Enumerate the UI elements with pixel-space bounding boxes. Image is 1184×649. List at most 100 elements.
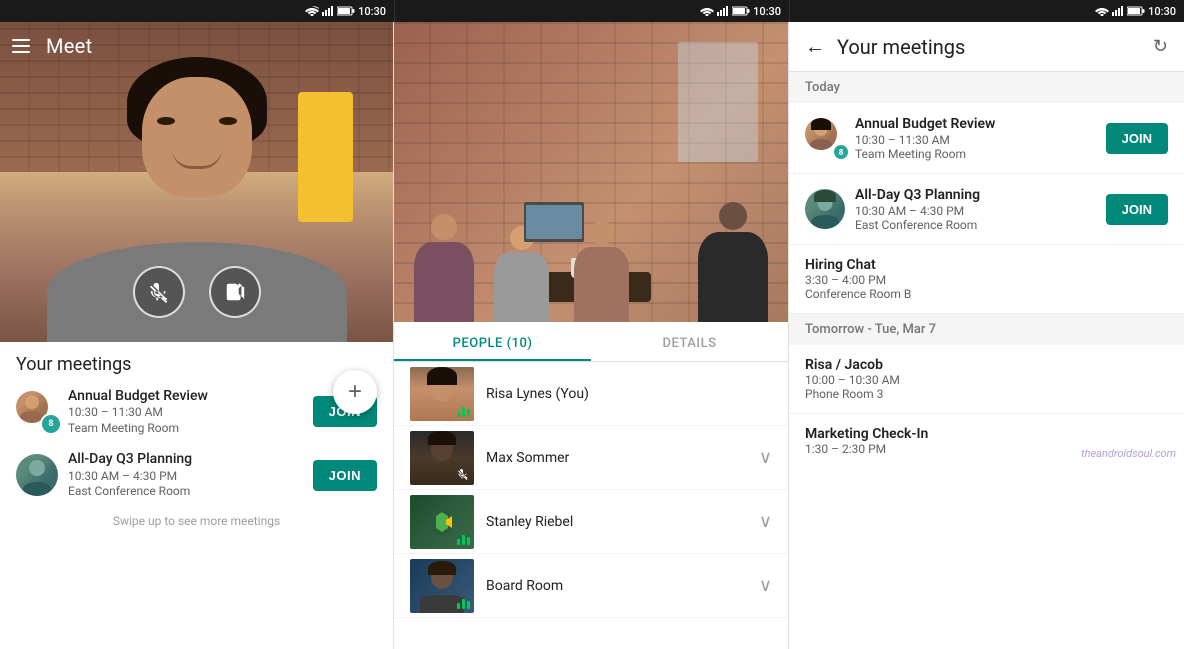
video-grid bbox=[394, 22, 788, 322]
battery-icon-3 bbox=[1127, 6, 1145, 16]
tab-details[interactable]: DETAILS bbox=[591, 322, 788, 361]
q3-title: All-Day Q3 Planning bbox=[68, 450, 303, 468]
mute-button[interactable] bbox=[133, 266, 185, 318]
people-list: Risa Lynes (You) Max Sommer ∨ bbox=[394, 362, 788, 649]
right-meeting-budget: 8 Annual Budget Review 10:30 – 11:30 AM … bbox=[789, 103, 1184, 174]
audio-bars-board bbox=[457, 599, 470, 609]
max-chevron[interactable]: ∨ bbox=[759, 447, 772, 468]
mic-off-icon bbox=[148, 281, 170, 303]
max-name: Max Sommer bbox=[486, 450, 759, 466]
stanley-name: Stanley Riebel bbox=[486, 514, 759, 530]
q3-time-right: 10:30 AM – 4:30 PM bbox=[855, 204, 1096, 218]
budget-title: Annual Budget Review bbox=[68, 387, 303, 405]
risa-name: Risa Lynes (You) bbox=[486, 386, 772, 402]
videocam-off-icon bbox=[224, 281, 246, 303]
risa-jacob-time: 10:00 – 10:30 AM bbox=[805, 373, 1168, 387]
time-display: 10:30 bbox=[358, 5, 386, 18]
audio-bars-stanley bbox=[457, 535, 470, 545]
video-off-button[interactable] bbox=[209, 266, 261, 318]
budget-time: 10:30 – 11:30 AM bbox=[68, 405, 303, 421]
meeting-item-budget: 8 Annual Budget Review 10:30 – 11:30 AM … bbox=[16, 387, 377, 436]
meeting-item-q3: All-Day Q3 Planning 10:30 AM – 4:30 PM E… bbox=[16, 450, 377, 499]
person-4 bbox=[698, 202, 768, 322]
yellow-accent bbox=[298, 92, 353, 222]
status-bar-left: 10:30 bbox=[0, 0, 395, 22]
budget-title-right: Annual Budget Review bbox=[855, 115, 1096, 133]
hamburger-menu[interactable] bbox=[12, 39, 30, 53]
swipe-hint: Swipe up to see more meetings bbox=[16, 514, 377, 528]
right-panel-title: Your meetings bbox=[837, 35, 1141, 59]
today-section-label: Today bbox=[789, 72, 1184, 103]
status-bar-middle: 10:30 bbox=[395, 0, 790, 22]
face bbox=[142, 77, 252, 197]
hiring-time: 3:30 – 4:00 PM bbox=[805, 273, 1168, 287]
budget-badge-right: 8 bbox=[833, 144, 849, 160]
person-face-area bbox=[122, 57, 272, 227]
wifi-icon bbox=[305, 6, 319, 16]
signal-icon-3 bbox=[1112, 6, 1124, 16]
video-controls bbox=[133, 266, 261, 318]
wifi-icon-3 bbox=[1095, 6, 1109, 16]
people-item-boardroom: Board Room ∨ bbox=[394, 554, 788, 618]
boardroom-name: Board Room bbox=[486, 578, 759, 594]
people-item-stanley: Stanley Riebel ∨ bbox=[394, 490, 788, 554]
section-title: Your meetings bbox=[16, 354, 377, 375]
main-content: Meet + Your meetings bbox=[0, 22, 1184, 649]
time-display-3: 10:30 bbox=[1148, 5, 1176, 18]
status-bar-right: 10:30 bbox=[790, 0, 1184, 22]
people-item-risa: Risa Lynes (You) bbox=[394, 362, 788, 426]
budget-info-right: Annual Budget Review 10:30 – 11:30 AM Te… bbox=[855, 115, 1096, 161]
risa-jacob-location: Phone Room 3 bbox=[805, 387, 1168, 401]
status-bar: 10:30 10:30 bbox=[0, 0, 1184, 22]
mic-off-overlay bbox=[456, 467, 470, 481]
time-display-2: 10:30 bbox=[753, 5, 781, 18]
wifi-icon-2 bbox=[700, 6, 714, 16]
risa-jacob-item: Risa / Jacob 10:00 – 10:30 AM Phone Room… bbox=[789, 345, 1184, 414]
budget-count-badge: 8 bbox=[40, 413, 62, 435]
q3-title-right: All-Day Q3 Planning bbox=[855, 186, 1096, 204]
budget-avatar-stack: 8 bbox=[16, 391, 58, 433]
q3-time: 10:30 AM – 4:30 PM bbox=[68, 469, 303, 485]
laptop bbox=[524, 202, 584, 242]
boardroom-thumb bbox=[410, 559, 474, 613]
signal-icon bbox=[322, 6, 334, 16]
right-meeting-q3: All-Day Q3 Planning 10:30 AM – 4:30 PM E… bbox=[789, 174, 1184, 245]
refresh-button[interactable]: ↻ bbox=[1153, 36, 1168, 57]
q3-info-right: All-Day Q3 Planning 10:30 AM – 4:30 PM E… bbox=[855, 186, 1096, 232]
budget-join-right[interactable]: JOIN bbox=[1106, 123, 1168, 154]
hiring-location: Conference Room B bbox=[805, 287, 1168, 301]
people-item-max: Max Sommer ∨ bbox=[394, 426, 788, 490]
q3-location: East Conference Room bbox=[68, 484, 303, 500]
risa-video-thumb bbox=[410, 367, 474, 421]
panel-left: Meet + Your meetings bbox=[0, 22, 393, 649]
budget-time-right: 10:30 – 11:30 AM bbox=[855, 133, 1096, 147]
video-area: Meet bbox=[0, 22, 393, 342]
right-panel-header: ← Your meetings ↻ bbox=[789, 22, 1184, 72]
budget-avatar-right: 8 bbox=[805, 118, 845, 158]
risa-jacob-title: Risa / Jacob bbox=[805, 357, 1168, 373]
add-meeting-fab[interactable]: + bbox=[333, 370, 377, 414]
marketing-title: Marketing Check-In bbox=[805, 426, 1168, 442]
back-button[interactable]: ← bbox=[805, 34, 825, 59]
q3-avatar bbox=[16, 454, 58, 496]
stanley-chevron[interactable]: ∨ bbox=[759, 511, 772, 532]
stanley-video-thumb bbox=[410, 495, 474, 549]
q3-join-button[interactable]: JOIN bbox=[313, 460, 377, 491]
battery-icon-2 bbox=[732, 6, 750, 16]
max-video-thumb bbox=[410, 431, 474, 485]
tab-people[interactable]: PEOPLE (10) bbox=[394, 322, 591, 361]
budget-location-right: Team Meeting Room bbox=[855, 147, 1096, 161]
marketing-checkin-item: Marketing Check-In 1:30 – 2:30 PM theand… bbox=[789, 414, 1184, 468]
watermark-text: theandroidsoul.com bbox=[1081, 447, 1176, 460]
tabs-bar: PEOPLE (10) DETAILS bbox=[394, 322, 788, 362]
panel-right: ← Your meetings ↻ Today 8 Annual Budget … bbox=[789, 22, 1184, 649]
signal-icon-2 bbox=[717, 6, 729, 16]
tomorrow-section-label: Tomorrow - Tue, Mar 7 bbox=[789, 314, 1184, 345]
boardroom-chevron[interactable]: ∨ bbox=[759, 575, 772, 596]
q3-avatar-right bbox=[805, 189, 845, 229]
q3-join-right[interactable]: JOIN bbox=[1106, 194, 1168, 225]
hiring-chat-item: Hiring Chat 3:30 – 4:00 PM Conference Ro… bbox=[789, 245, 1184, 314]
person-1 bbox=[414, 214, 474, 322]
q3-location-right: East Conference Room bbox=[855, 218, 1096, 232]
app-title: Meet bbox=[46, 34, 92, 58]
